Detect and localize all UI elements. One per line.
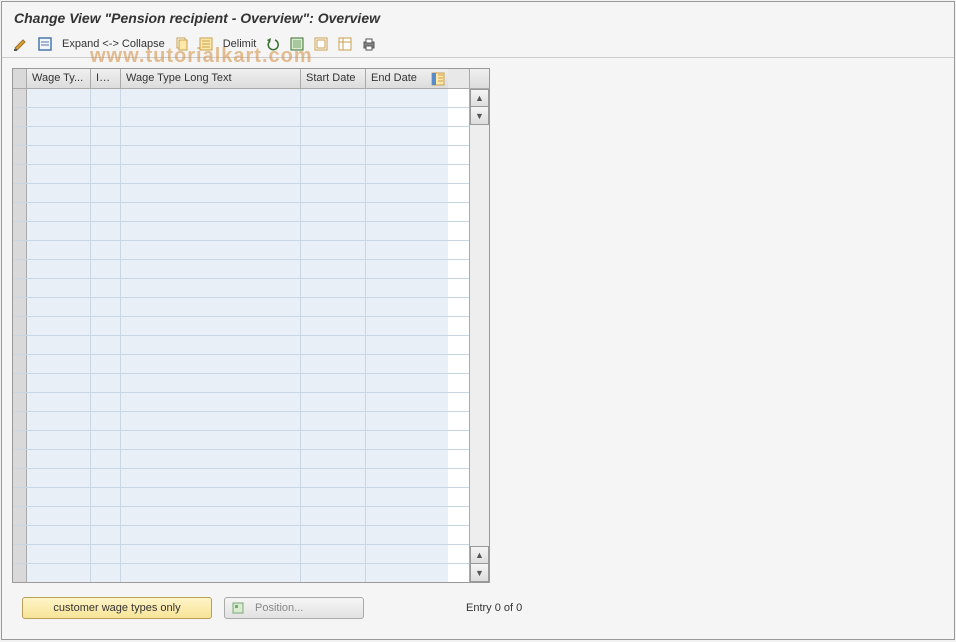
table-row[interactable] <box>13 564 469 582</box>
change-display-icon[interactable] <box>12 35 30 53</box>
position-icon <box>231 601 245 615</box>
table-row[interactable] <box>13 89 469 108</box>
table-body <box>13 89 469 582</box>
table-row[interactable] <box>13 203 469 222</box>
scroll-track[interactable] <box>470 125 489 546</box>
column-header-infotype[interactable]: Inf... <box>91 69 121 88</box>
table-row[interactable] <box>13 393 469 412</box>
table-row[interactable] <box>13 374 469 393</box>
scroll-up-bottom-button[interactable]: ▲ <box>470 546 489 564</box>
data-table: Wage Ty... Inf... Wage Type Long Text St… <box>12 68 490 583</box>
configure-columns-icon[interactable] <box>428 69 448 88</box>
scroll-up-button[interactable]: ▲ <box>470 89 489 107</box>
column-header-start-date[interactable]: Start Date <box>301 69 366 88</box>
table-row[interactable] <box>13 298 469 317</box>
table-row[interactable] <box>13 317 469 336</box>
table-settings-icon[interactable] <box>336 35 354 53</box>
deselect-all-icon[interactable] <box>312 35 330 53</box>
table-row[interactable] <box>13 165 469 184</box>
scroll-down-button[interactable]: ▼ <box>470 107 489 125</box>
table-row[interactable] <box>13 222 469 241</box>
column-header-wage-type[interactable]: Wage Ty... <box>27 69 91 88</box>
select-block-icon[interactable] <box>288 35 306 53</box>
table-row[interactable] <box>13 469 469 488</box>
table-row[interactable] <box>13 545 469 564</box>
table-row[interactable] <box>13 526 469 545</box>
position-button-label: Position... <box>255 602 303 614</box>
table-row[interactable] <box>13 279 469 298</box>
table-row[interactable] <box>13 336 469 355</box>
table-header: Wage Ty... Inf... Wage Type Long Text St… <box>13 69 469 89</box>
table-row[interactable] <box>13 488 469 507</box>
table-row[interactable] <box>13 260 469 279</box>
other-view-icon[interactable] <box>36 35 54 53</box>
column-header-wage-type-long[interactable]: Wage Type Long Text <box>121 69 301 88</box>
select-all-icon[interactable] <box>197 35 215 53</box>
undo-icon[interactable] <box>264 35 282 53</box>
footer-bar: customer wage types only Position... Ent… <box>12 589 944 629</box>
row-selector-header[interactable] <box>13 69 27 88</box>
customer-wage-types-button[interactable]: customer wage types only <box>22 597 212 619</box>
print-icon[interactable] <box>360 35 378 53</box>
vertical-scrollbar[interactable]: ▲ ▼ ▲ ▼ <box>469 69 489 582</box>
entry-count-text: Entry 0 of 0 <box>466 602 522 614</box>
table-row[interactable] <box>13 431 469 450</box>
table-row[interactable] <box>13 184 469 203</box>
application-toolbar: Expand <-> Collapse Delimit <box>2 30 954 58</box>
table-row[interactable] <box>13 241 469 260</box>
delimit-button[interactable]: Delimit <box>221 38 259 50</box>
table-row[interactable] <box>13 450 469 469</box>
table-row[interactable] <box>13 146 469 165</box>
column-header-end-date[interactable]: End Date <box>366 69 428 88</box>
table-row[interactable] <box>13 127 469 146</box>
table-row[interactable] <box>13 507 469 526</box>
copy-icon[interactable] <box>173 35 191 53</box>
table-row[interactable] <box>13 355 469 374</box>
scroll-down-bottom-button[interactable]: ▼ <box>470 564 489 582</box>
expand-collapse-button[interactable]: Expand <-> Collapse <box>60 38 167 50</box>
position-button[interactable]: Position... <box>224 597 364 619</box>
table-row[interactable] <box>13 108 469 127</box>
page-title: Change View "Pension recipient - Overvie… <box>2 2 954 30</box>
table-row[interactable] <box>13 412 469 431</box>
